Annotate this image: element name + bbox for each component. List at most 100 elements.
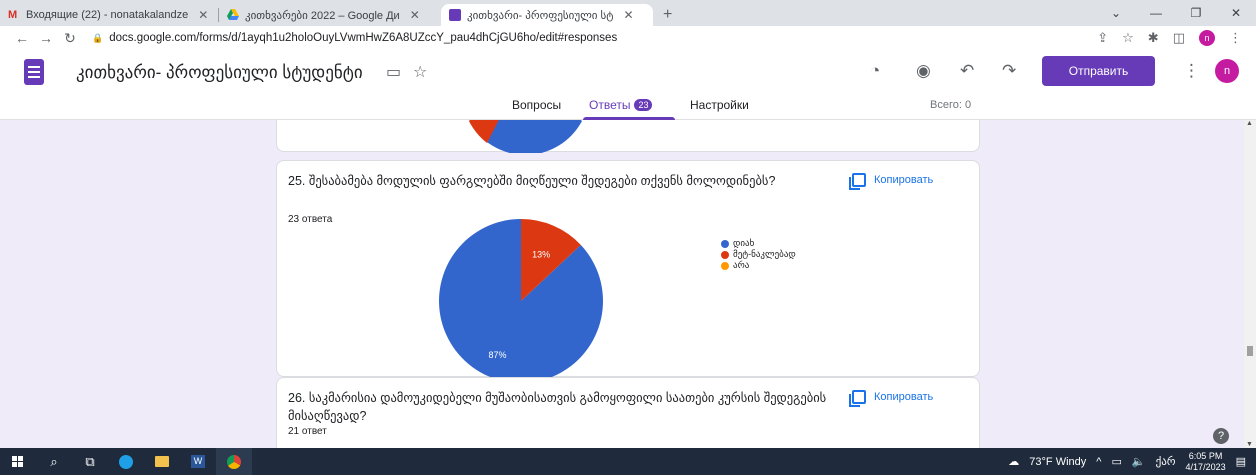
legend-swatch [721,261,729,270]
avatar[interactable]: n [1215,59,1239,83]
browser-tab-gmail[interactable]: M Входящие (22) - nonatakalandze ✕ [0,4,218,26]
gmail-icon: M [8,9,18,21]
volume-icon[interactable]: 🔈 [1132,455,1146,468]
response-count: 21 ответ [288,426,327,437]
share-icon[interactable]: ⇪ [1097,30,1108,46]
profile-icon[interactable]: n [1199,30,1215,46]
address-bar-row: ← → ↻ 🔒 docs.google.com/forms/d/1ayqh1u2… [0,26,1256,50]
preview-eye-icon[interactable]: ◉ [916,61,931,81]
edge-icon[interactable] [108,448,144,475]
restore-icon[interactable]: ❐ [1176,6,1216,20]
legend-label: მეტ-ნაკლებად [733,249,796,259]
reload-icon[interactable]: ↻ [58,30,82,47]
more-options-icon[interactable]: ⋮ [1183,61,1200,81]
clock-date: 4/17/2023 [1185,461,1226,472]
chrome-icon[interactable] [216,448,252,475]
scroll-thumb[interactable] [1247,346,1253,356]
previous-pie-chart [469,120,582,153]
windows-taskbar: ⌕ ⧉ W ☁ 73°F Windy ^ ▭ 🔈 ქარ 6:05 PM 4/1… [0,448,1256,475]
task-view-icon[interactable]: ⧉ [72,448,108,475]
search-icon[interactable]: ⌕ [36,448,72,475]
legend-item: არა [721,260,796,271]
close-icon[interactable]: ✕ [624,8,634,22]
legend-item: მეტ-ნაკლებად [721,249,796,260]
legend-swatch [721,239,729,248]
tab-settings[interactable]: Настройки [690,98,749,112]
word-icon[interactable]: W [180,448,216,475]
close-icon[interactable]: ✕ [410,8,420,22]
question-title: 26. საკმარისია დამოუკიდებელი მუშაობისათვ… [288,391,827,423]
close-icon[interactable]: ✕ [198,8,208,22]
forward-icon[interactable]: → [34,30,58,46]
new-tab-icon[interactable]: + [653,4,682,26]
tab-questions[interactable]: Вопросы [512,98,561,112]
form-title[interactable]: კითხვარი- პროფესიული სტუდენტი [76,63,363,83]
copy-label: Копировать [874,391,934,403]
star-icon[interactable]: ☆ [1122,30,1134,46]
copy-icon [849,173,866,190]
browser-tab-strip: M Входящие (22) - nonatakalandze ✕ კითხვ… [0,0,1256,26]
scroll-up-icon[interactable]: ▲ [1246,120,1253,127]
copy-label: Копировать [874,174,934,186]
send-button[interactable]: Отправить [1042,56,1155,86]
pie-label-1: 13% [532,249,550,259]
url-field[interactable]: 🔒 docs.google.com/forms/d/1ayqh1u2holoOu… [92,29,1097,47]
redo-icon[interactable]: ↷ [1002,61,1016,81]
legend-label: არა [733,260,750,270]
forms-header: კითხვარი- პროფესიული სტუდენტი ▭ ☆ ◔ ◉ ↶ … [0,50,1256,120]
total-points: Всего: 0 [930,99,972,111]
star-icon[interactable]: ☆ [413,62,427,82]
google-forms-icon [449,9,461,21]
pie-label-0: 87% [489,350,507,360]
question-card: 25. შესაბამება მოდულის ფარგლებში მიღწეულ… [276,160,980,381]
clock[interactable]: 6:05 PM 4/17/2023 [1186,451,1226,473]
lock-icon: 🔒 [92,32,104,43]
network-icon[interactable]: ▭ [1111,455,1121,468]
copy-button[interactable]: Копировать [849,173,934,190]
close-window-icon[interactable]: ✕ [1216,6,1256,20]
scrollbar[interactable]: ▲ ▼ [1244,120,1256,448]
scroll-down-icon[interactable]: ▼ [1246,441,1253,448]
minimize-icon[interactable]: — [1136,6,1176,20]
url-text: docs.google.com/forms/d/1ayqh1u2holoOuyL… [109,32,618,44]
palette-icon[interactable]: ◔ [870,61,880,81]
chevron-up-icon[interactable]: ^ [1096,456,1101,468]
answers-count-badge: 23 [634,99,653,111]
weather-icon[interactable]: ☁ [1008,455,1019,468]
system-tray: ☁ 73°F Windy ^ ▭ 🔈 ქარ 6:05 PM 4/17/2023… [1008,448,1256,475]
extensions-icon[interactable]: ✱ [1148,30,1159,46]
copy-button[interactable]: Копировать [849,390,934,407]
windows-start-icon[interactable] [0,448,36,475]
help-icon[interactable]: ? [1213,428,1229,444]
folder-icon[interactable]: ▭ [386,62,401,82]
previous-question-card [276,120,980,153]
tab-answers-label: Ответы [589,98,631,112]
copy-icon [849,390,866,407]
tab-title: კითხვარები 2022 – Google Ди [245,9,400,22]
file-explorer-icon[interactable] [144,448,180,475]
browser-tab-drive[interactable]: კითხვარები 2022 – Google Ди ✕ [219,4,441,26]
question-title: 25. შესაბამება მოდულის ფარგლებში მიღწეულ… [288,174,776,188]
browser-tab-forms[interactable]: კითხვარი- პროფესიული სტ ✕ [441,4,653,26]
notifications-icon[interactable]: ▤ [1236,455,1246,468]
undo-icon[interactable]: ↶ [960,61,974,81]
weather-text[interactable]: 73°F Windy [1029,456,1086,468]
browser-toolbar: ⇪ ☆ ✱ ◫ n ⋮ [1097,30,1256,46]
tab-title: კითხვარი- პროფესიული სტ [467,9,614,22]
legend-label: დიახ [733,238,755,248]
responses-content: 25. შესაბამება მოდულის ფარგლებში მიღწეულ… [0,120,1256,448]
sidepanel-icon[interactable]: ◫ [1173,30,1185,46]
chart-legend: დიახ მეტ-ნაკლებად არა [721,238,796,271]
drive-icon [227,9,239,21]
window-controls: ⌄ — ❐ ✕ [1096,0,1256,26]
chevron-down-icon[interactable]: ⌄ [1096,6,1136,20]
legend-item: დიახ [721,238,796,249]
form-tabs: Вопросы Ответы 23 Настройки Всего: 0 [0,93,1256,120]
pie-chart: 87% 13% [439,219,603,381]
language-indicator[interactable]: ქარ [1156,455,1176,468]
menu-dots-icon[interactable]: ⋮ [1229,30,1242,46]
tab-answers[interactable]: Ответы 23 [589,98,653,112]
clock-time: 6:05 PM [1188,450,1223,461]
back-icon[interactable]: ← [10,30,34,46]
forms-logo-icon[interactable] [24,59,44,85]
